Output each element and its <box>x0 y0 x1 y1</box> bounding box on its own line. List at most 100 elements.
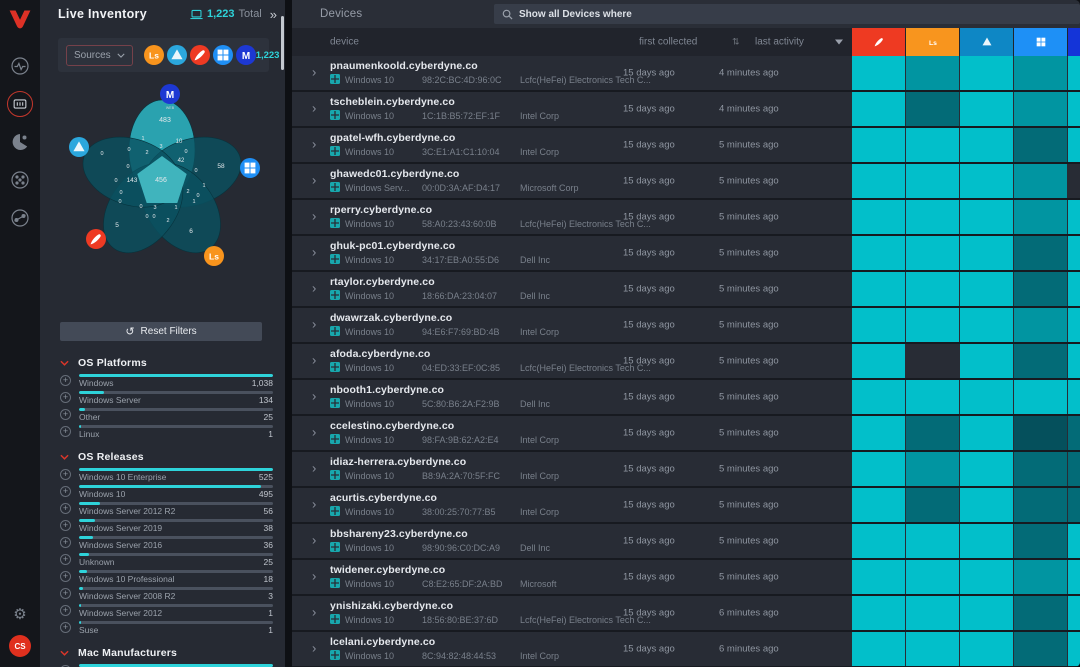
device-name[interactable]: ghuk-pc01.cyberdyne.co <box>330 240 455 252</box>
table-row[interactable]: › lcelani.cyberdyne.co Windows 10 8C:94:… <box>292 632 1080 666</box>
panel-scrollbar[interactable] <box>281 16 284 70</box>
device-name[interactable]: pnaumenkoold.cyberdyne.co <box>330 60 478 72</box>
device-name[interactable]: gpatel-wfh.cyberdyne.co <box>330 132 455 144</box>
search-input[interactable] <box>519 9 1072 20</box>
table-row[interactable]: › gpatel-wfh.cyberdyne.co Windows 10 3C:… <box>292 128 1080 162</box>
source-triangle-icon[interactable] <box>167 45 187 65</box>
device-name[interactable]: twidener.cyberdyne.co <box>330 564 445 576</box>
device-name[interactable]: ghawedc01.cyberdyne.co <box>330 168 459 180</box>
filter-item[interactable]: + Suse 1 <box>60 619 273 636</box>
filter-item[interactable]: + Windows 10 495 <box>60 483 273 500</box>
sources-dropdown[interactable]: Sources <box>66 45 133 66</box>
sort-caret-icon[interactable] <box>835 40 843 45</box>
add-filter-icon[interactable]: + <box>60 622 71 633</box>
add-filter-icon[interactable]: + <box>60 520 71 531</box>
add-filter-icon[interactable]: + <box>60 605 71 616</box>
row-expand-chevron[interactable]: › <box>312 389 316 404</box>
table-row[interactable]: › afoda.cyberdyne.co Windows 10 04:ED:33… <box>292 344 1080 378</box>
adapter-column-triangle[interactable] <box>960 28 1013 56</box>
filter-item[interactable]: + Windows Server 2012 1 <box>60 602 273 619</box>
row-expand-chevron[interactable]: › <box>312 461 316 476</box>
table-row[interactable]: › ghawedc01.cyberdyne.co Windows Serv...… <box>292 164 1080 198</box>
column-device[interactable]: device <box>330 37 359 48</box>
section-chevron-icon[interactable] <box>60 360 69 366</box>
reset-filters-button[interactable]: ↺ Reset Filters <box>60 322 262 341</box>
column-first-collected[interactable]: first collected <box>639 37 697 48</box>
row-expand-chevron[interactable]: › <box>312 425 316 440</box>
filter-section-header[interactable]: Mac Manufacturers <box>60 643 273 662</box>
table-row[interactable]: › ccelestino.cyberdyne.co Windows 10 98:… <box>292 416 1080 450</box>
filter-item[interactable]: + Windows 1,038 <box>60 372 273 389</box>
column-last-activity[interactable]: last activity <box>755 37 804 48</box>
table-row[interactable]: › bbshareny23.cyberdyne.co Windows 10 98… <box>292 524 1080 558</box>
table-row[interactable]: › idiaz-herrera.cyberdyne.co Windows 10 … <box>292 452 1080 486</box>
filter-item[interactable]: + Windows Server 2012 R2 56 <box>60 500 273 517</box>
filter-item[interactable]: + Linux 1 <box>60 423 273 440</box>
sort-icon[interactable]: ⇅ <box>732 37 740 48</box>
source-rocket-icon[interactable] <box>190 45 210 65</box>
source-webm-icon[interactable]: M <box>236 45 256 65</box>
rail-item-connections[interactable] <box>7 167 33 193</box>
row-expand-chevron[interactable]: › <box>312 353 316 368</box>
table-row[interactable]: › ynishizaki.cyberdyne.co Windows 10 18:… <box>292 596 1080 630</box>
device-name[interactable]: idiaz-herrera.cyberdyne.co <box>330 456 466 468</box>
brand-logo-icon[interactable] <box>7 7 33 31</box>
filter-item[interactable]: + Windows 10 Enterprise 525 <box>60 466 273 483</box>
collapse-panel-icon[interactable]: » <box>270 7 277 22</box>
search-bar[interactable] <box>494 4 1080 24</box>
device-name[interactable]: afoda.cyberdyne.co <box>330 348 430 360</box>
add-filter-icon[interactable]: + <box>60 469 71 480</box>
filter-item[interactable]: + Intel Corp 551 <box>60 662 273 667</box>
source-windows-icon[interactable] <box>213 45 233 65</box>
filter-item[interactable]: + Windows Server 2019 38 <box>60 517 273 534</box>
row-expand-chevron[interactable]: › <box>312 497 316 512</box>
adapter-column-rocket[interactable] <box>852 28 905 56</box>
device-name[interactable]: acurtis.cyberdyne.co <box>330 492 437 504</box>
device-name[interactable]: lcelani.cyberdyne.co <box>330 636 435 648</box>
row-expand-chevron[interactable]: › <box>312 317 316 332</box>
filter-item[interactable]: + Other 25 <box>60 406 273 423</box>
add-filter-icon[interactable]: + <box>60 375 71 386</box>
filter-section-header[interactable]: OS Platforms <box>60 353 273 372</box>
add-filter-icon[interactable]: + <box>60 486 71 497</box>
table-row[interactable]: › dwawrzak.cyberdyne.co Windows 10 94:E6… <box>292 308 1080 342</box>
device-name[interactable]: tscheblein.cyberdyne.co <box>330 96 455 108</box>
device-name[interactable]: rperry.cyberdyne.co <box>330 204 432 216</box>
section-chevron-icon[interactable] <box>60 650 69 656</box>
add-filter-icon[interactable]: + <box>60 409 71 420</box>
rail-item-dashboard[interactable] <box>7 129 33 155</box>
rail-item-network[interactable] <box>7 205 33 231</box>
filter-item[interactable]: + Windows Server 2016 36 <box>60 534 273 551</box>
source-ls-icon[interactable]: Ls <box>144 45 164 65</box>
device-name[interactable]: nbooth1.cyberdyne.co <box>330 384 444 396</box>
device-name[interactable]: ynishizaki.cyberdyne.co <box>330 600 453 612</box>
add-filter-icon[interactable]: + <box>60 392 71 403</box>
device-name[interactable]: rtaylor.cyberdyne.co <box>330 276 435 288</box>
row-expand-chevron[interactable]: › <box>312 569 316 584</box>
table-row[interactable]: › acurtis.cyberdyne.co Windows 10 38:00:… <box>292 488 1080 522</box>
sources-venn-chart[interactable]: 48313100200425800143456012000103100256MW… <box>55 78 285 318</box>
row-expand-chevron[interactable]: › <box>312 209 316 224</box>
filter-section-header[interactable]: OS Releases <box>60 447 273 466</box>
table-row[interactable]: › pnaumenkoold.cyberdyne.co Windows 10 9… <box>292 56 1080 90</box>
row-expand-chevron[interactable]: › <box>312 101 316 116</box>
adapter-column-webm[interactable]: M <box>1068 28 1080 56</box>
add-filter-icon[interactable]: + <box>60 571 71 582</box>
row-expand-chevron[interactable]: › <box>312 245 316 260</box>
row-expand-chevron[interactable]: › <box>312 173 316 188</box>
add-filter-icon[interactable]: + <box>60 554 71 565</box>
settings-gear-icon[interactable]: ⚙ <box>13 605 26 623</box>
add-filter-icon[interactable]: + <box>60 426 71 437</box>
table-row[interactable]: › ghuk-pc01.cyberdyne.co Windows 10 34:1… <box>292 236 1080 270</box>
table-row[interactable]: › nbooth1.cyberdyne.co Windows 10 5C:80:… <box>292 380 1080 414</box>
rail-item-activity[interactable] <box>7 53 33 79</box>
device-name[interactable]: bbshareny23.cyberdyne.co <box>330 528 468 540</box>
user-avatar[interactable]: CS <box>9 635 31 657</box>
section-chevron-icon[interactable] <box>60 454 69 460</box>
adapter-column-windows[interactable] <box>1014 28 1067 56</box>
row-expand-chevron[interactable]: › <box>312 605 316 620</box>
add-filter-icon[interactable]: + <box>60 503 71 514</box>
adapter-column-ls[interactable]: Ls <box>906 28 959 56</box>
row-expand-chevron[interactable]: › <box>312 641 316 656</box>
table-row[interactable]: › rtaylor.cyberdyne.co Windows 10 18:66:… <box>292 272 1080 306</box>
